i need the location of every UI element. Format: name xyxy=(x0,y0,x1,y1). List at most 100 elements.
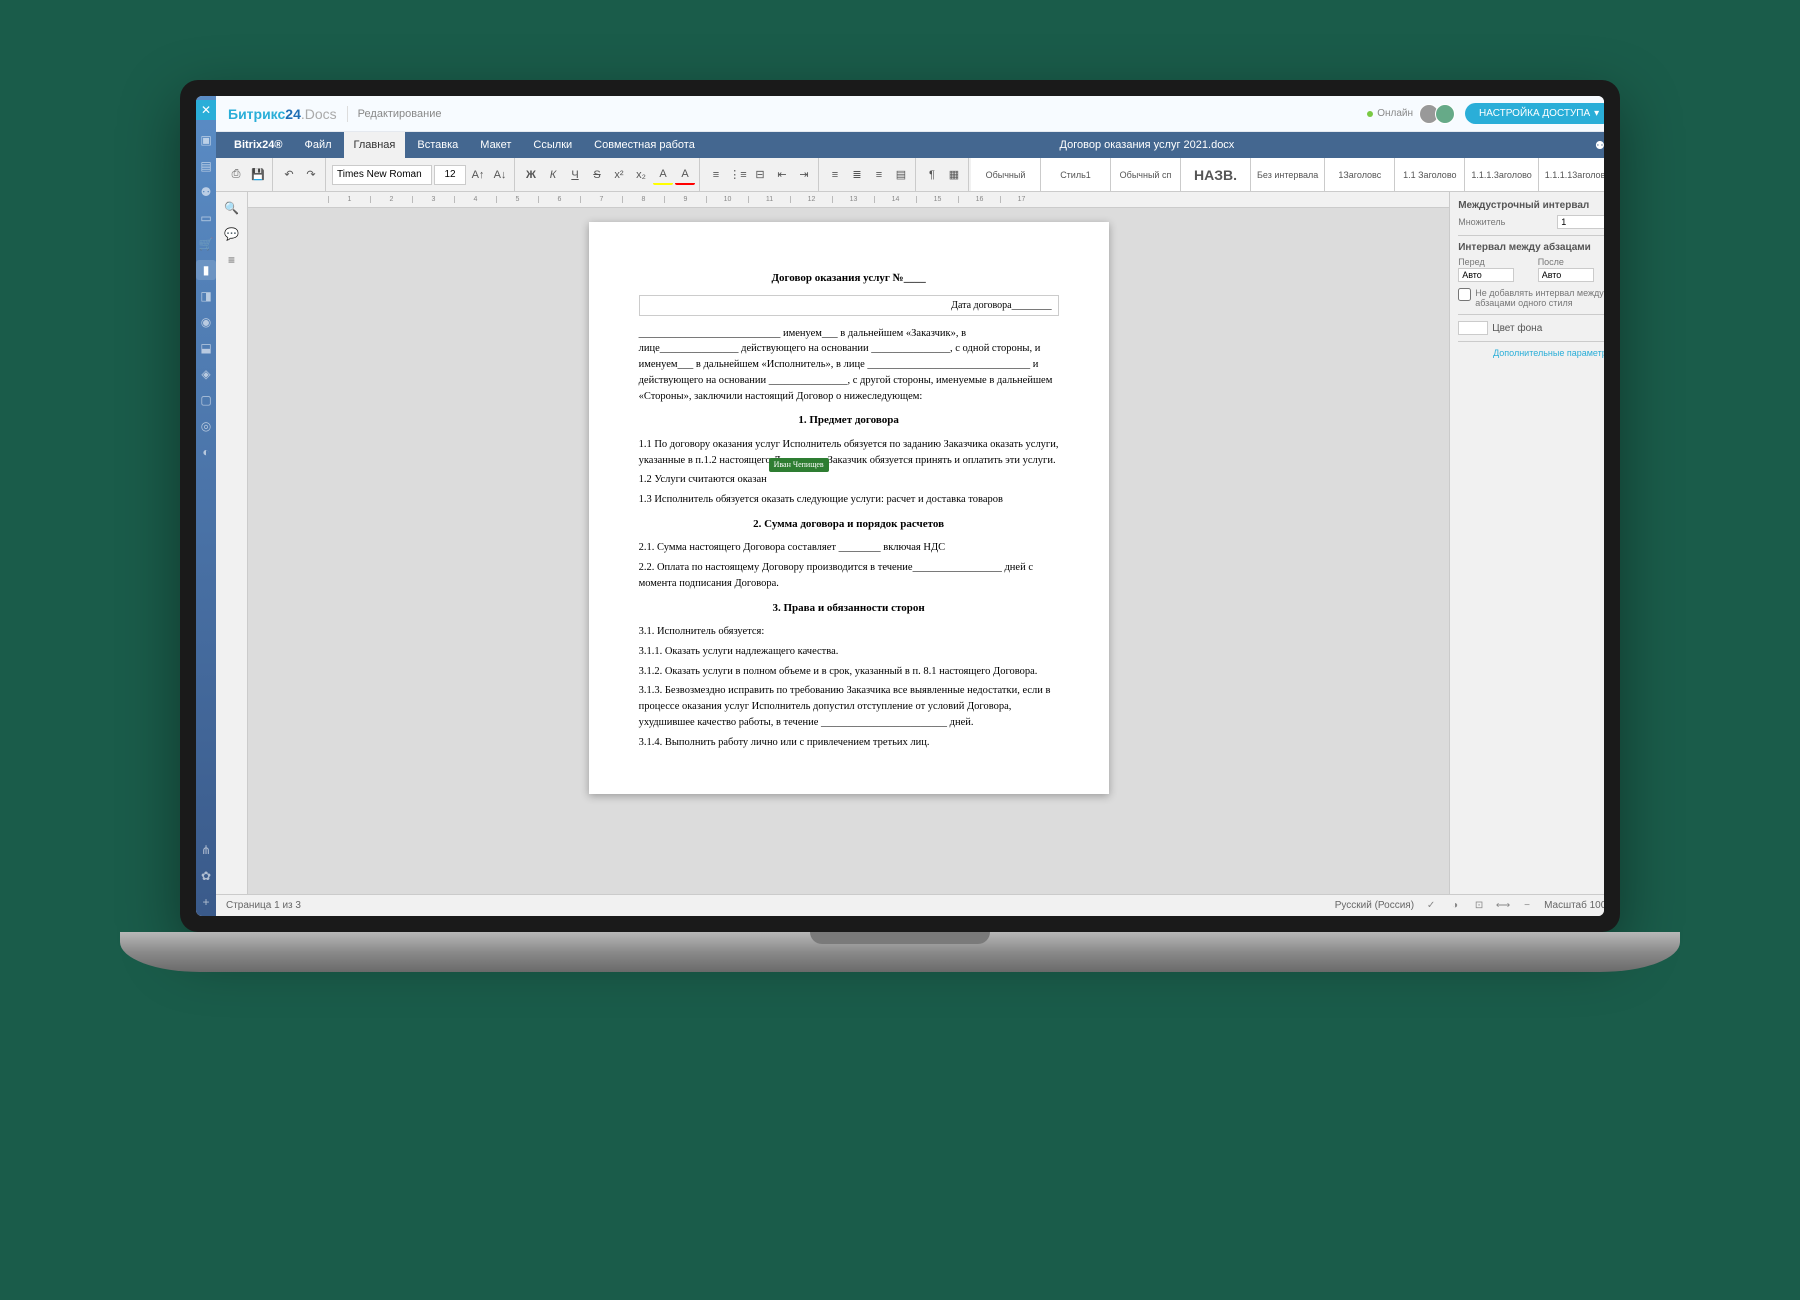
menu-insert[interactable]: Вставка xyxy=(407,132,468,158)
fit-width-icon[interactable]: ⟷ xyxy=(1496,899,1510,913)
outdent-icon[interactable]: ⇤ xyxy=(772,165,792,185)
editor-brand: Bitrix24® xyxy=(224,132,292,158)
style-gallery: Обычный Стиль1 Обычный сп НАЗВ. Без инте… xyxy=(971,158,1604,191)
date-field[interactable]: Дата договора________ xyxy=(639,295,1059,316)
doc-heading-title: Договор оказания услуг №____ xyxy=(639,270,1059,287)
style-heading1[interactable]: 1Заголовс xyxy=(1325,158,1395,191)
user-count[interactable]: ⚉2 xyxy=(1589,132,1604,158)
align-right-icon[interactable]: ≡ xyxy=(869,165,889,185)
horizontal-ruler[interactable]: 1234567891011121314151617 xyxy=(248,192,1449,208)
multiplier-label: Множитель xyxy=(1458,217,1505,227)
spellcheck-icon[interactable]: ✓ xyxy=(1424,899,1438,913)
os-icon-home[interactable]: ▣ xyxy=(196,130,216,150)
style-heading11[interactable]: 1.1 Заголово xyxy=(1395,158,1465,191)
os-icon-tree[interactable]: ⋔ xyxy=(196,840,216,860)
bullet-list-icon[interactable]: ≡ xyxy=(706,165,726,185)
os-icon-office[interactable]: ▭ xyxy=(196,208,216,228)
font-decrease-icon[interactable]: A↓ xyxy=(490,165,510,185)
menu-home[interactable]: Главная xyxy=(344,132,406,158)
after-label: После xyxy=(1538,257,1564,267)
font-increase-icon[interactable]: A↑ xyxy=(468,165,488,185)
align-justify-icon[interactable]: ▤ xyxy=(891,165,911,185)
spacing-after-input[interactable] xyxy=(1538,268,1594,282)
align-left-icon[interactable]: ≡ xyxy=(825,165,845,185)
avatar[interactable] xyxy=(1435,104,1455,124)
doc-paragraph: 1.2 Услуги считаются оказан Иван Чепищев xyxy=(639,472,1059,488)
os-icon-calendar[interactable]: ◨ xyxy=(196,286,216,306)
headings-icon[interactable]: ≡ xyxy=(222,250,242,270)
editor-canvas[interactable]: 1234567891011121314151617 Договор оказан… xyxy=(248,192,1449,894)
align-center-icon[interactable]: ≣ xyxy=(847,165,867,185)
multiplier-input[interactable] xyxy=(1557,215,1604,229)
style-heading1111[interactable]: 1.1.1.13аголовок xyxy=(1539,158,1604,191)
style-heading111[interactable]: 1.1.1.3аголово xyxy=(1465,158,1538,191)
doc-paragraph: ___________________________ именуем___ в… xyxy=(639,326,1059,405)
bg-color-swatch[interactable] xyxy=(1458,321,1488,335)
number-list-icon[interactable]: ⋮≡ xyxy=(728,165,748,185)
style-normal[interactable]: Обычный xyxy=(971,158,1041,191)
access-settings-button[interactable]: НАСТРОЙКА ДОСТУПА ▾ xyxy=(1465,103,1604,124)
collaborator-cursor-tag: Иван Чепищев xyxy=(769,458,829,472)
indent-icon[interactable]: ⇥ xyxy=(794,165,814,185)
redo-icon[interactable]: ↷ xyxy=(301,165,321,185)
doc-paragraph: 3.1. Исполнитель обязуется: xyxy=(639,624,1059,640)
additional-params-link[interactable]: Дополнительные параметры xyxy=(1458,348,1604,358)
save-icon[interactable]: 💾 xyxy=(248,165,268,185)
document-title: Договор оказания услуг 2021.docx xyxy=(707,132,1587,158)
os-icon-disk[interactable]: ◉ xyxy=(196,312,216,332)
os-icon-phone[interactable]: ◎ xyxy=(196,416,216,436)
font-size-select[interactable] xyxy=(434,165,466,185)
os-icon-messages[interactable]: ▤ xyxy=(196,156,216,176)
underline-icon[interactable]: Ч xyxy=(565,165,585,185)
os-icon-docs[interactable]: ▮ xyxy=(196,260,216,280)
menu-links[interactable]: Ссылки xyxy=(523,132,582,158)
os-icon-clock[interactable]: ◐ xyxy=(196,442,216,462)
menu-collab[interactable]: Совместная работа xyxy=(584,132,705,158)
undo-icon[interactable]: ↶ xyxy=(279,165,299,185)
users-icon: ⚉ xyxy=(1595,139,1604,152)
style-style1[interactable]: Стиль1 xyxy=(1041,158,1111,191)
font-family-select[interactable] xyxy=(332,165,432,185)
tracking-icon[interactable]: ◑ xyxy=(1448,899,1462,913)
shading-icon[interactable]: ▦ xyxy=(944,165,964,185)
os-icon-screen[interactable]: ▢ xyxy=(196,390,216,410)
subscript-icon[interactable]: x₂ xyxy=(631,165,651,185)
os-icon-users[interactable]: ⚉ xyxy=(196,182,216,202)
os-icon-add[interactable]: + xyxy=(196,892,216,912)
strikethrough-icon[interactable]: S xyxy=(587,165,607,185)
doc-paragraph: 2.1. Сумма настоящего Договора составляе… xyxy=(639,540,1059,556)
para-spacing-title: Интервал между абзацами xyxy=(1458,242,1604,253)
highlight-icon[interactable]: A xyxy=(653,165,673,185)
menu-bar: Bitrix24® Файл Главная Вставка Макет Ссы… xyxy=(216,132,1604,158)
menu-layout[interactable]: Макет xyxy=(470,132,521,158)
style-no-spacing[interactable]: Без интервала xyxy=(1251,158,1325,191)
spacing-before-input[interactable] xyxy=(1458,268,1514,282)
no-add-spacing-checkbox[interactable] xyxy=(1458,288,1471,301)
status-bar: Страница 1 из 3 Русский (Россия) ✓ ◑ ⊡ ⟷… xyxy=(216,894,1604,916)
fit-page-icon[interactable]: ⊡ xyxy=(1472,899,1486,913)
style-normal-sp[interactable]: Обычный сп xyxy=(1111,158,1181,191)
print-icon[interactable]: ⎙ xyxy=(226,165,246,185)
superscript-icon[interactable]: x² xyxy=(609,165,629,185)
nonprinting-icon[interactable]: ¶ xyxy=(922,165,942,185)
zoom-out-icon[interactable]: − xyxy=(1520,899,1534,913)
multilevel-list-icon[interactable]: ⊟ xyxy=(750,165,770,185)
collaborator-avatars[interactable] xyxy=(1423,104,1455,124)
os-icon-cart[interactable]: 🛒 xyxy=(196,234,216,254)
bg-color-label: Цвет фона xyxy=(1492,323,1542,334)
bold-icon[interactable]: Ж xyxy=(521,165,541,185)
style-title[interactable]: НАЗВ. xyxy=(1181,158,1251,191)
comments-icon[interactable]: 💬 xyxy=(222,224,242,244)
document-page[interactable]: Договор оказания услуг №____ Дата догово… xyxy=(589,222,1109,794)
language-label[interactable]: Русский (Россия) xyxy=(1335,900,1414,911)
line-spacing-title: Междустрочный интервал xyxy=(1458,200,1604,211)
zoom-label[interactable]: Масштаб 100% xyxy=(1544,900,1604,911)
font-color-icon[interactable]: A xyxy=(675,165,695,185)
os-icon-wifi[interactable]: ◈ xyxy=(196,364,216,384)
italic-icon[interactable]: К xyxy=(543,165,563,185)
os-icon-settings[interactable]: ✿ xyxy=(196,866,216,886)
os-icon-robot[interactable]: ⬓ xyxy=(196,338,216,358)
menu-file[interactable]: Файл xyxy=(294,132,341,158)
close-panel-button[interactable]: ✕ xyxy=(196,100,216,120)
search-icon[interactable]: 🔍 xyxy=(222,198,242,218)
